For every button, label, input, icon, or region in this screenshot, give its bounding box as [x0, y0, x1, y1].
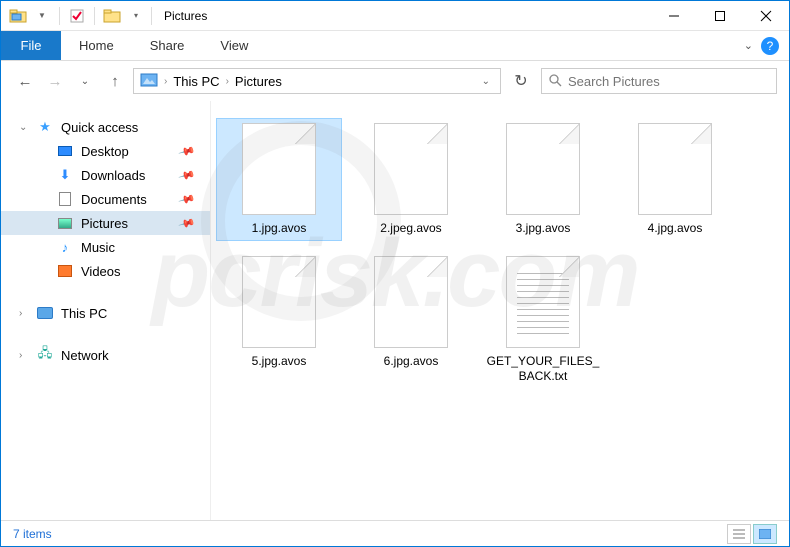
chevron-right-icon[interactable]: ›	[19, 308, 22, 319]
sidebar-item-label: Pictures	[81, 216, 128, 231]
sidebar-item-downloads[interactable]: ⬇ Downloads 📌	[1, 163, 210, 187]
sidebar-item-label: Quick access	[61, 120, 138, 135]
file-item[interactable]: 3.jpg.avos	[481, 119, 605, 240]
address-bar[interactable]: › This PC › Pictures ⌄	[133, 68, 501, 94]
chevron-down-icon[interactable]: ⌄	[19, 122, 27, 133]
desktop-icon	[57, 143, 73, 159]
quick-access-toolbar: ▼ ▾	[1, 5, 147, 27]
sidebar-item-label: Desktop	[81, 144, 129, 159]
back-button[interactable]: ←	[13, 69, 37, 93]
generic-file-icon	[242, 256, 316, 348]
generic-file-icon	[374, 123, 448, 215]
new-folder-icon[interactable]	[101, 5, 123, 27]
file-name: GET_YOUR_FILES_BACK.txt	[485, 354, 601, 384]
up-button[interactable]: ↑	[103, 69, 127, 93]
sidebar-item-label: Music	[81, 240, 115, 255]
file-name: 5.jpg.avos	[252, 354, 307, 369]
network-icon: 🖧	[37, 347, 53, 363]
breadcrumb-this-pc[interactable]: This PC	[173, 74, 219, 89]
sidebar-this-pc[interactable]: › This PC	[1, 301, 210, 325]
music-icon: ♪	[57, 239, 73, 255]
pin-icon: 📌	[178, 166, 196, 184]
location-pictures-icon	[140, 73, 158, 90]
file-item[interactable]: 2.jpeg.avos	[349, 119, 473, 240]
sidebar-item-label: This PC	[61, 306, 107, 321]
tab-share[interactable]: Share	[132, 31, 203, 60]
ribbon-expand-icon[interactable]: ⌄	[744, 39, 753, 52]
maximize-button[interactable]	[697, 1, 743, 31]
pin-icon: 📌	[178, 190, 196, 208]
generic-file-icon	[242, 123, 316, 215]
qat-customize-icon[interactable]: ▾	[125, 5, 147, 27]
explorer-icon	[7, 5, 29, 27]
sidebar-item-videos[interactable]: Videos	[1, 259, 210, 283]
file-item[interactable]: GET_YOUR_FILES_BACK.txt	[481, 252, 605, 388]
close-button[interactable]	[743, 1, 789, 31]
file-item[interactable]: 4.jpg.avos	[613, 119, 737, 240]
sidebar-item-label: Documents	[81, 192, 147, 207]
pin-icon: 📌	[178, 142, 196, 160]
status-bar: 7 items	[1, 520, 789, 546]
generic-file-icon	[638, 123, 712, 215]
search-icon	[548, 73, 562, 90]
sidebar-network[interactable]: › 🖧 Network	[1, 343, 210, 367]
recent-locations-button[interactable]: ⌄	[73, 69, 97, 93]
file-item[interactable]: 5.jpg.avos	[217, 252, 341, 388]
window-title: Pictures	[164, 9, 207, 23]
sidebar-item-desktop[interactable]: Desktop 📌	[1, 139, 210, 163]
title-bar: ▼ ▾ Pictures	[1, 1, 789, 31]
file-list[interactable]: 1.jpg.avos 2.jpeg.avos 3.jpg.avos 4.jpg.avo…	[211, 101, 789, 520]
file-name: 3.jpg.avos	[516, 221, 571, 236]
sidebar-item-label: Network	[61, 348, 109, 363]
documents-icon	[57, 191, 73, 207]
refresh-button[interactable]: ↻	[507, 68, 535, 94]
status-item-count: 7 items	[13, 527, 52, 541]
pin-icon: 📌	[178, 214, 196, 232]
details-view-button[interactable]	[727, 524, 751, 544]
file-tab[interactable]: File	[1, 31, 61, 60]
chevron-right-icon[interactable]: ›	[164, 76, 167, 87]
address-dropdown-icon[interactable]: ⌄	[478, 76, 494, 87]
sidebar-item-music[interactable]: ♪ Music	[1, 235, 210, 259]
file-name: 1.jpg.avos	[252, 221, 307, 236]
sidebar-item-label: Videos	[81, 264, 121, 279]
file-name: 2.jpeg.avos	[380, 221, 441, 236]
breadcrumb-pictures[interactable]: Pictures	[235, 74, 282, 89]
chevron-right-icon[interactable]: ›	[19, 350, 22, 361]
thumbnails-view-button[interactable]	[753, 524, 777, 544]
generic-file-icon	[506, 123, 580, 215]
this-pc-icon	[37, 305, 53, 321]
tab-home[interactable]: Home	[61, 31, 132, 60]
forward-button[interactable]: →	[43, 69, 67, 93]
sidebar-item-pictures[interactable]: Pictures 📌	[1, 211, 210, 235]
chevron-right-icon[interactable]: ›	[226, 76, 229, 87]
help-button[interactable]: ?	[761, 37, 779, 55]
properties-check-icon[interactable]	[66, 5, 88, 27]
file-name: 4.jpg.avos	[648, 221, 703, 236]
sidebar-quick-access[interactable]: ⌄ ★ Quick access	[1, 115, 210, 139]
file-name: 6.jpg.avos	[384, 354, 439, 369]
search-input[interactable]	[568, 74, 770, 89]
minimize-button[interactable]	[651, 1, 697, 31]
sidebar-item-label: Downloads	[81, 168, 145, 183]
generic-file-icon	[374, 256, 448, 348]
downloads-icon: ⬇	[57, 167, 73, 183]
text-file-icon	[506, 256, 580, 348]
qat-dropdown-icon[interactable]: ▼	[31, 5, 53, 27]
tab-view[interactable]: View	[202, 31, 266, 60]
ribbon: File Home Share View ⌄ ?	[1, 31, 789, 61]
star-icon: ★	[37, 119, 53, 135]
pictures-icon	[57, 215, 73, 231]
search-box[interactable]	[541, 68, 777, 94]
file-item[interactable]: 1.jpg.avos	[217, 119, 341, 240]
navigation-bar: ← → ⌄ ↑ › This PC › Pictures ⌄ ↻	[1, 61, 789, 101]
videos-icon	[57, 263, 73, 279]
sidebar-item-documents[interactable]: Documents 📌	[1, 187, 210, 211]
navigation-pane: ⌄ ★ Quick access Desktop 📌 ⬇ Downloads 📌…	[1, 101, 211, 520]
file-item[interactable]: 6.jpg.avos	[349, 252, 473, 388]
